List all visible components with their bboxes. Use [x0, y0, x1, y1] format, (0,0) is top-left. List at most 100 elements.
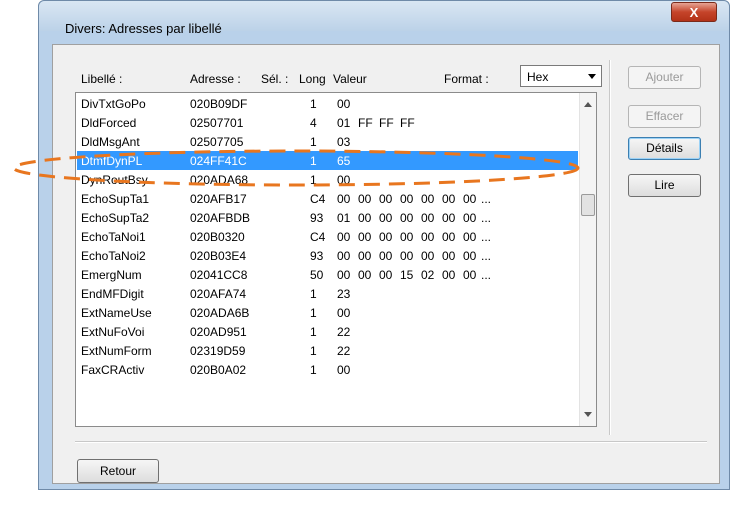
details-button[interactable]: Détails: [628, 137, 701, 160]
header-format: Format :: [444, 72, 489, 86]
table-row[interactable]: EchoTaNoi1 020B0320 C4 00 00 00 00 00 00 00...: [77, 227, 578, 246]
row-ellipsis: ...: [481, 249, 492, 263]
close-button[interactable]: X: [671, 2, 717, 22]
retour-button[interactable]: Retour: [77, 459, 159, 483]
row-value: 00: [400, 211, 414, 225]
row-value: 02: [421, 268, 435, 282]
row-address: 020AFA74: [190, 287, 247, 301]
header-valeur: Valeur: [333, 72, 367, 86]
row-length: 93: [310, 249, 324, 263]
row-address: 020AFBDB: [190, 211, 251, 225]
row-address: 020ADA6B: [190, 306, 250, 320]
row-value: 23: [337, 287, 351, 301]
ajouter-button[interactable]: Ajouter: [628, 66, 701, 89]
row-value: 01: [337, 211, 351, 225]
row-value: 00: [463, 230, 477, 244]
row-value: 00: [463, 268, 477, 282]
row-value: 00: [337, 230, 351, 244]
table-row[interactable]: EmergNum 02041CC8 50 00 00 00 15 02 00 00...: [77, 265, 578, 284]
row-value: 00: [358, 249, 372, 263]
table-row[interactable]: ExtNuFoVoi 020AD951 1 22: [77, 322, 578, 341]
row-label: EchoTaNoi2: [81, 249, 146, 263]
row-value: 22: [337, 344, 351, 358]
row-value: 00: [337, 97, 351, 111]
row-value: 15: [400, 268, 414, 282]
table-row[interactable]: ExtNumForm 02319D59 1 22: [77, 341, 578, 360]
row-label: EchoTaNoi1: [81, 230, 146, 244]
row-label: FaxCRActiv: [81, 363, 145, 377]
address-list[interactable]: FaxCRActiv 020B0A02 1 00 ExtNumForm 02319D59 1…: [75, 92, 597, 427]
row-ellipsis: ...: [481, 192, 492, 206]
row-label: ExtNameUse: [81, 306, 152, 320]
format-select-value: Hex: [527, 70, 549, 84]
scrollbar-thumb[interactable]: [581, 194, 595, 216]
row-value: 00: [442, 211, 456, 225]
row-length: C4: [310, 192, 326, 206]
dialog-window: Divers: Adresses par libellé X Libellé :…: [38, 0, 730, 490]
row-address: 020AD951: [190, 325, 247, 339]
row-value: 00: [400, 230, 414, 244]
row-value: 00: [358, 211, 372, 225]
row-value: 00: [337, 306, 351, 320]
row-value: 00: [421, 211, 435, 225]
table-row-selected[interactable]: DtmfDynPL 024FF41C 1 65: [77, 151, 578, 170]
row-length: 1: [310, 135, 317, 149]
row-length: 1: [310, 363, 317, 377]
header-long: Long: [299, 72, 326, 86]
close-icon: X: [689, 5, 699, 20]
row-address: 020ADA68: [190, 173, 249, 187]
lire-button[interactable]: Lire: [628, 174, 701, 197]
row-value: 22: [337, 325, 351, 339]
row-ellipsis: ...: [481, 230, 492, 244]
row-value: 00: [379, 249, 393, 263]
arrow-up-icon[interactable]: [584, 102, 592, 107]
row-address: 02319D59: [190, 344, 246, 358]
table-row[interactable]: EchoTaNoi2 020B03E4 93 00 00 00 00 00 00 00...: [77, 246, 578, 265]
header-adresse: Adresse :: [190, 72, 241, 86]
row-length: 50: [310, 268, 324, 282]
row-value: 00: [442, 192, 456, 206]
row-length: 1: [310, 97, 317, 111]
row-length: 93: [310, 211, 324, 225]
row-label: ExtNuFoVoi: [81, 325, 145, 339]
table-row[interactable]: DldForced 02507701 4 01 FF FF FF: [77, 113, 578, 132]
row-value: 00: [337, 192, 351, 206]
effacer-button[interactable]: Effacer: [628, 105, 701, 128]
table-row[interactable]: DivTxtGoPo 020B09DF 1 00: [77, 94, 578, 113]
row-value: 00: [337, 173, 351, 187]
row-label: DynRoutBsy: [81, 173, 148, 187]
list-scrollbar[interactable]: [579, 93, 596, 426]
chevron-down-icon[interactable]: [588, 74, 596, 79]
table-row[interactable]: EchoSupTa1 020AFB17 C4 00 00 00 00 00 00 00...: [77, 189, 578, 208]
row-address: 024FF41C: [190, 154, 247, 168]
header-libelle: Libellé :: [81, 72, 123, 86]
row-length: C4: [310, 230, 326, 244]
table-row[interactable]: DynRoutBsy 020ADA68 1 00: [77, 170, 578, 189]
row-value: 00: [379, 268, 393, 282]
row-address: 020B0320: [190, 230, 245, 244]
table-row[interactable]: ExtNameUse 020ADA6B 1 00: [77, 303, 578, 322]
row-label: DldForced: [81, 116, 137, 130]
format-select[interactable]: Hex: [520, 65, 602, 87]
row-value: 00: [421, 192, 435, 206]
row-length: 1: [310, 287, 317, 301]
table-row[interactable]: EchoSupTa2 020AFBDB 93 01 00 00 00 00 00 00...: [77, 208, 578, 227]
row-value: 00: [463, 249, 477, 263]
table-row[interactable]: EndMFDigit 020AFA74 1 23: [77, 284, 578, 303]
row-ellipsis: ...: [481, 211, 492, 225]
arrow-down-icon[interactable]: [584, 412, 592, 417]
row-length: 1: [310, 325, 317, 339]
row-value: 00: [337, 249, 351, 263]
row-label: EndMFDigit: [81, 287, 144, 301]
row-value: 00: [463, 192, 477, 206]
row-value: 03: [337, 135, 351, 149]
table-row[interactable]: FaxCRActiv 020B0A02 1 00: [77, 360, 578, 379]
row-value: 00: [358, 268, 372, 282]
row-value: 01: [337, 116, 351, 130]
row-value: 00: [421, 230, 435, 244]
row-value: 00: [442, 249, 456, 263]
row-address: 020B03E4: [190, 249, 247, 263]
table-row[interactable]: DldMsgAnt 02507705 1 03: [77, 132, 578, 151]
row-address: 02041CC8: [190, 268, 248, 282]
row-value: FF: [358, 116, 373, 130]
